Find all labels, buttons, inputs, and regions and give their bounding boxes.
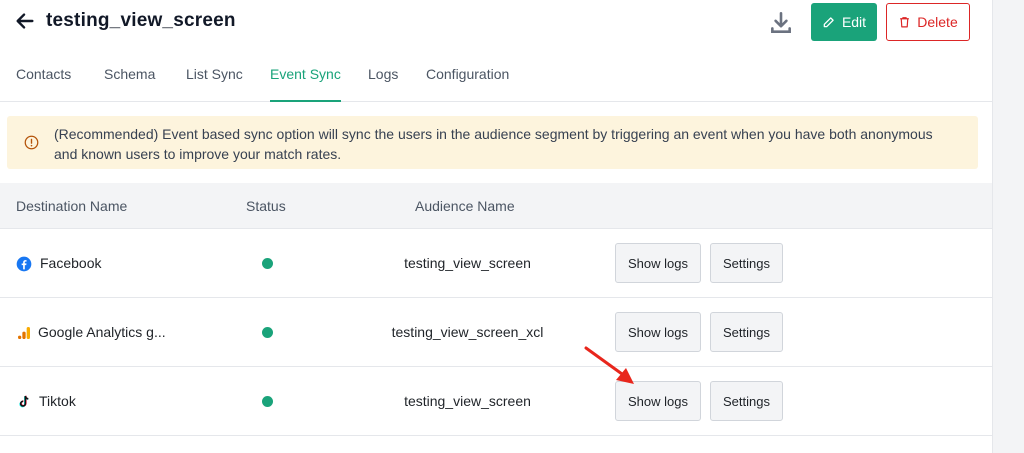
status-active-dot xyxy=(262,396,273,407)
audience-name: testing_view_screen_xcl xyxy=(391,324,544,340)
status-active-dot xyxy=(262,258,273,269)
edit-button[interactable]: Edit xyxy=(811,3,877,41)
column-header-audience: Audience Name xyxy=(415,198,515,214)
show-logs-button[interactable]: Show logs xyxy=(615,243,701,283)
table-row: Google Analytics g... testing_view_scree… xyxy=(0,298,992,367)
back-arrow-icon[interactable] xyxy=(14,10,36,32)
delete-button[interactable]: Delete xyxy=(886,3,970,41)
right-panel-edge xyxy=(992,0,1024,453)
page-title: testing_view_screen xyxy=(46,10,236,31)
destination-name: Tiktok xyxy=(39,393,76,409)
banner-message: (Recommended) Event based sync option wi… xyxy=(54,126,933,162)
settings-button[interactable]: Settings xyxy=(710,243,783,283)
tab-bar: Contacts Schema List Sync Event Sync Log… xyxy=(0,58,992,102)
tab-event-sync[interactable]: Event Sync xyxy=(270,66,341,102)
column-header-destination: Destination Name xyxy=(16,198,128,214)
trash-icon xyxy=(900,17,910,28)
audience-name: testing_view_screen xyxy=(404,393,531,409)
tab-schema[interactable]: Schema xyxy=(104,66,155,102)
edit-button-label: Edit xyxy=(841,14,867,30)
audience-name: testing_view_screen xyxy=(404,255,531,271)
annotation-arrow-icon xyxy=(584,346,634,384)
column-header-status: Status xyxy=(246,198,286,214)
table-header: Destination Name Status Audience Name xyxy=(0,183,992,229)
facebook-icon xyxy=(16,256,32,272)
settings-button[interactable]: Settings xyxy=(710,381,783,421)
tab-contacts[interactable]: Contacts xyxy=(16,66,71,102)
table-row: Tiktok testing_view_screen Show logs Set… xyxy=(0,367,992,436)
status-active-dot xyxy=(262,327,273,338)
tab-configuration[interactable]: Configuration xyxy=(426,66,509,102)
settings-button[interactable]: Settings xyxy=(710,312,783,352)
tiktok-icon xyxy=(19,395,29,408)
tab-list-sync[interactable]: List Sync xyxy=(186,66,243,102)
destination-name: Google Analytics g... xyxy=(38,324,166,340)
table-row: Facebook testing_view_screen Show logs S… xyxy=(0,229,992,298)
delete-button-label: Delete xyxy=(917,14,958,30)
page-header: testing_view_screen Edit Delete xyxy=(0,0,992,44)
recommendation-banner: (Recommended) Event based sync option wi… xyxy=(7,116,978,169)
google-analytics-icon xyxy=(18,327,30,339)
tab-logs[interactable]: Logs xyxy=(368,66,398,102)
edit-icon xyxy=(823,17,834,28)
destination-name: Facebook xyxy=(40,255,102,271)
download-icon[interactable] xyxy=(768,10,794,36)
info-icon xyxy=(24,135,39,150)
